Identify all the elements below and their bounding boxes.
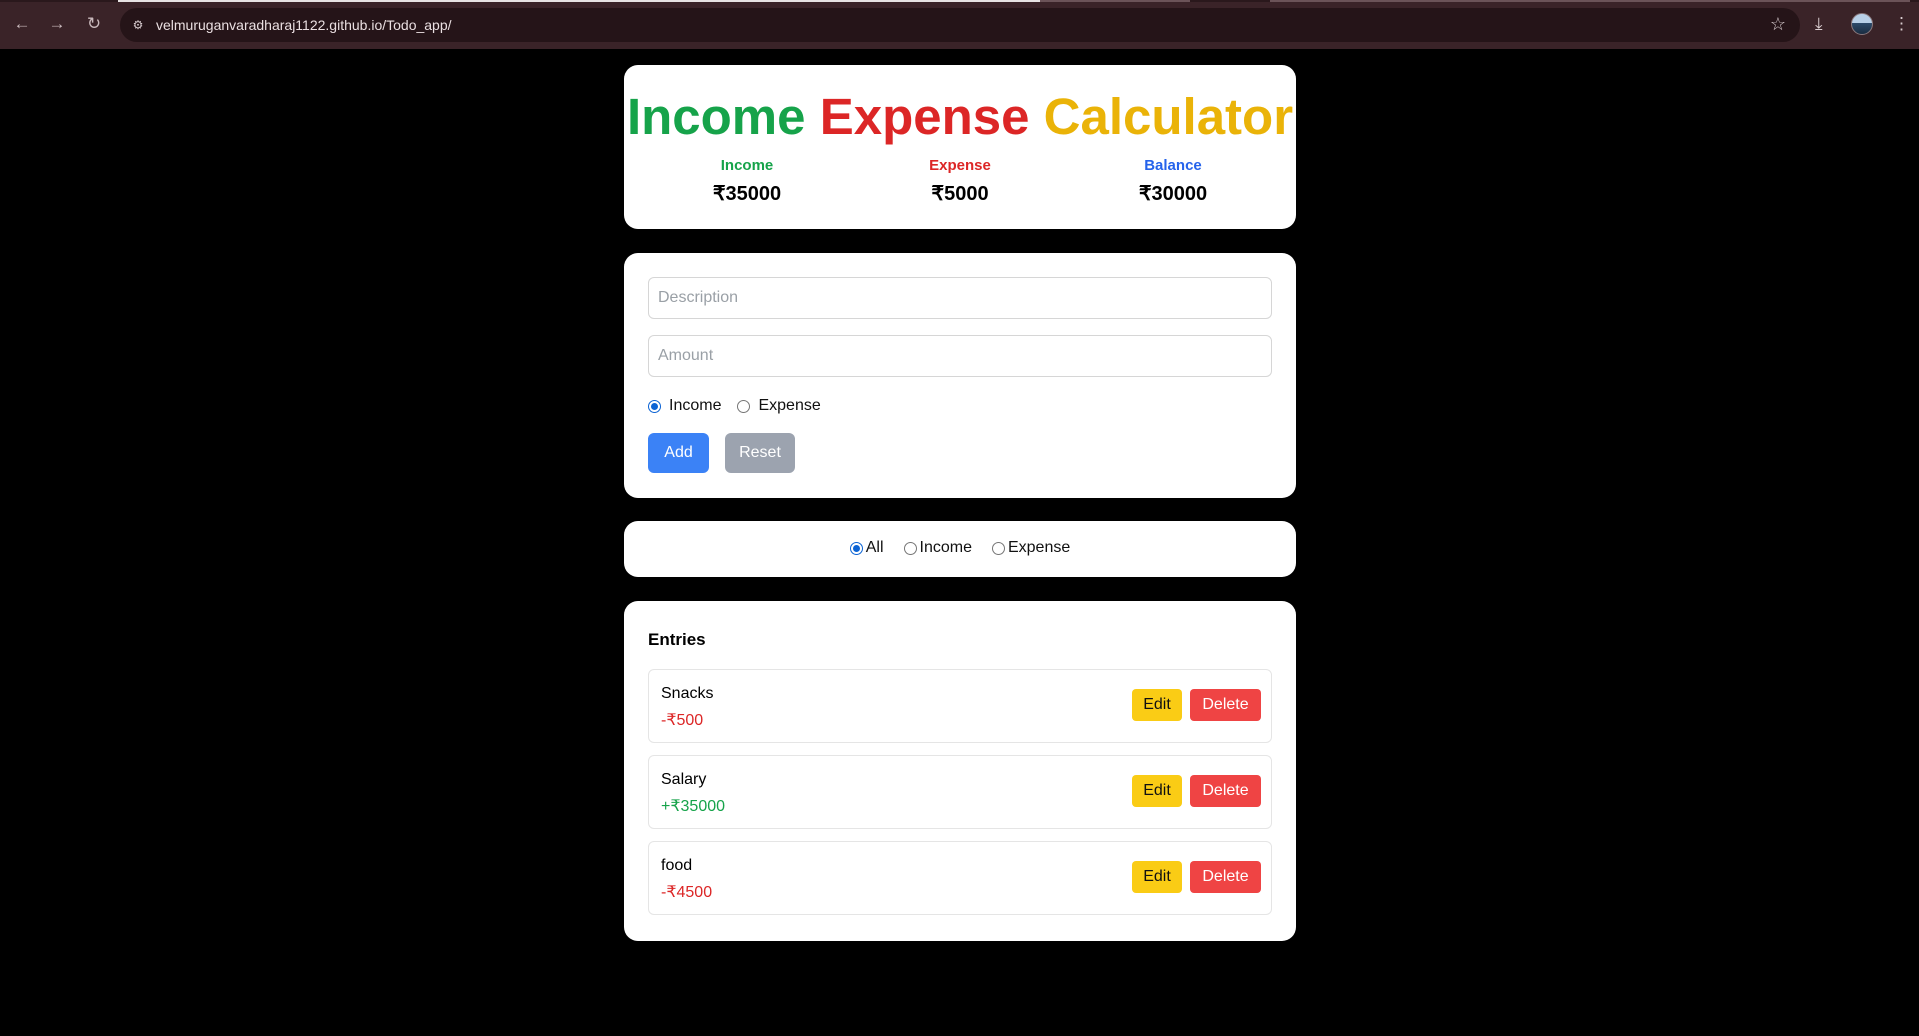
expense-summary: Expense ₹5000 <box>860 157 1060 206</box>
amount-input[interactable] <box>648 335 1272 377</box>
entries-card: Entries Snacks -₹500 Edit Delete Salary … <box>624 601 1296 941</box>
expense-radio-label[interactable]: Expense <box>758 397 820 415</box>
entry-form-card: Income Expense Add Reset <box>624 253 1296 498</box>
filter-expense-label[interactable]: Expense <box>1008 539 1070 557</box>
filter-card: All Income Expense <box>624 521 1296 577</box>
entry-description: Salary <box>661 771 707 788</box>
reset-button[interactable]: Reset <box>725 433 795 473</box>
entries-heading: Entries <box>648 630 706 649</box>
delete-button[interactable]: Delete <box>1190 775 1261 807</box>
expense-radio[interactable] <box>737 399 751 413</box>
entry-amount: +₹35000 <box>661 798 726 815</box>
filter-all-label[interactable]: All <box>866 539 884 557</box>
summary-card: Income Expense Calculator Income ₹35000 … <box>624 65 1296 229</box>
filter-option-income[interactable]: Income <box>903 539 972 557</box>
entry-item: Salary +₹35000 Edit Delete <box>648 755 1272 829</box>
income-radio[interactable] <box>648 399 661 413</box>
profile-avatar[interactable] <box>1851 13 1873 35</box>
type-radio-group: Income Expense <box>648 397 837 415</box>
description-input[interactable] <box>648 277 1272 319</box>
tab-strip <box>0 0 1919 2</box>
title-expense-word: Expense <box>819 88 1030 145</box>
forward-arrow-icon[interactable]: → <box>45 12 69 36</box>
entry-description: Snacks <box>661 685 714 702</box>
url-text[interactable]: velmuruganvaradharaj1122.github.io/Todo_… <box>156 17 452 33</box>
browser-toolbar: ← → ↻ ⚙ velmuruganvaradharaj1122.github.… <box>0 0 1919 49</box>
reload-icon[interactable]: ↻ <box>82 12 106 36</box>
type-option-income[interactable]: Income <box>648 397 721 415</box>
filter-income-label[interactable]: Income <box>920 539 972 557</box>
filter-income-radio[interactable] <box>903 541 917 555</box>
balance-summary-label: Balance <box>1144 157 1202 174</box>
tab-indicator <box>1270 0 1910 2</box>
entry-item: Snacks -₹500 Edit Delete <box>648 669 1272 743</box>
income-summary-label: Income <box>720 157 774 174</box>
income-radio-label[interactable]: Income <box>669 397 721 415</box>
download-icon[interactable]: ⤓ <box>1815 12 1823 36</box>
income-summary-value: ₹35000 <box>712 183 782 205</box>
entry-item: food -₹4500 Edit Delete <box>648 841 1272 915</box>
kebab-menu-icon[interactable]: ⋮ <box>1893 12 1910 36</box>
income-summary: Income ₹35000 <box>647 157 847 206</box>
filter-option-all[interactable]: All <box>849 539 884 557</box>
type-option-expense[interactable]: Expense <box>737 397 821 415</box>
active-tab-indicator <box>118 0 1040 2</box>
entry-description: food <box>661 857 693 874</box>
filter-all-radio[interactable] <box>849 541 863 555</box>
balance-summary-value: ₹30000 <box>1138 183 1208 205</box>
delete-button[interactable]: Delete <box>1190 861 1261 893</box>
expense-summary-label: Expense <box>929 157 991 174</box>
entry-amount: -₹500 <box>661 712 704 729</box>
entry-amount: -₹4500 <box>661 884 713 901</box>
back-arrow-icon[interactable]: ← <box>10 12 34 36</box>
expense-summary-value: ₹5000 <box>931 183 989 205</box>
filter-expense-radio[interactable] <box>991 541 1005 555</box>
balance-summary: Balance ₹30000 <box>1073 157 1273 206</box>
page-title: Income Expense Calculator <box>624 87 1296 146</box>
add-button[interactable]: Add <box>648 433 709 473</box>
edit-button[interactable]: Edit <box>1132 689 1182 721</box>
title-calculator-word: Calculator <box>1043 88 1294 145</box>
tune-icon[interactable]: ⚙ <box>129 16 147 34</box>
tab-indicator <box>1040 0 1190 2</box>
filter-radio-group: All Income Expense <box>624 539 1296 557</box>
delete-button[interactable]: Delete <box>1190 689 1261 721</box>
star-icon[interactable]: ☆ <box>1770 14 1786 35</box>
address-bar[interactable]: ⚙ velmuruganvaradharaj1122.github.io/Tod… <box>120 8 1800 42</box>
filter-option-expense[interactable]: Expense <box>991 539 1070 557</box>
edit-button[interactable]: Edit <box>1132 775 1182 807</box>
title-income-word: Income <box>626 88 806 145</box>
edit-button[interactable]: Edit <box>1132 861 1182 893</box>
